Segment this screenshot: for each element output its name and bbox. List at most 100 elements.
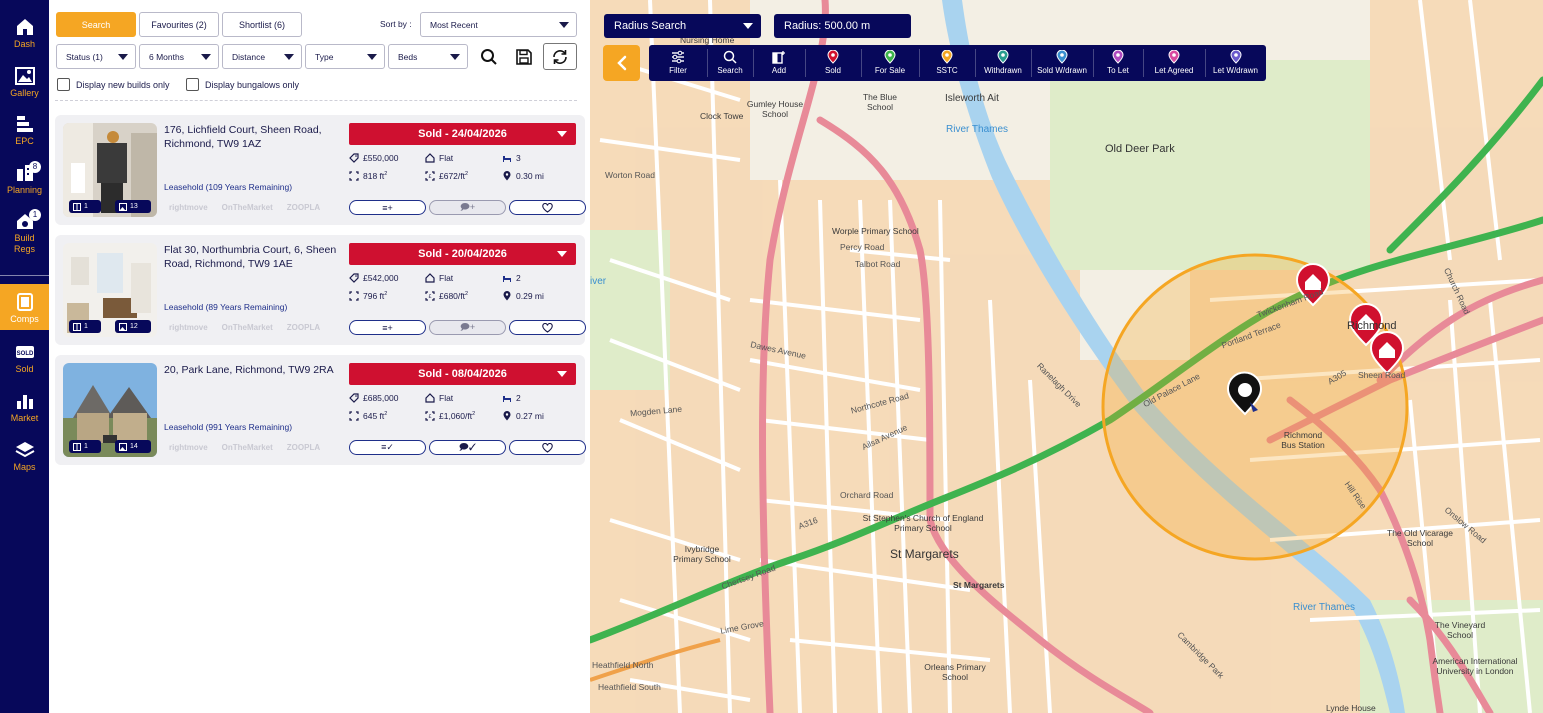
map-view[interactable]: Nursing Home Isleworth Ait The Blue Scho…	[590, 0, 1543, 713]
property-photo[interactable]: 1 12	[63, 243, 157, 337]
tool-to-let[interactable]: To Let	[1093, 45, 1143, 81]
bungalows-checkbox[interactable]: Display bungalows only	[186, 78, 299, 91]
add-notes-button[interactable]: ≡+	[349, 200, 426, 215]
zoopla-link[interactable]: ZOOPLA	[287, 203, 320, 212]
listing-address[interactable]: 20, Park Lane, Richmond, TW9 2RA	[164, 363, 344, 377]
listing-price: £550,000	[349, 153, 398, 163]
superscript: 2	[384, 411, 388, 418]
status-filter[interactable]: Status (1)	[56, 44, 136, 69]
tool-let-withdrawn[interactable]: Let W/drawn	[1205, 45, 1266, 81]
favourite-button[interactable]	[509, 200, 586, 215]
water-label: River Thames	[1293, 602, 1356, 613]
add-icon	[772, 51, 785, 64]
status-dropdown[interactable]: Sold - 24/04/2026	[349, 123, 576, 145]
type-filter[interactable]: Type	[305, 44, 385, 69]
tab-shortlist[interactable]: Shortlist (6)	[222, 12, 302, 37]
type-value: Flat	[439, 153, 454, 163]
sidebar-item-maps[interactable]: Maps	[0, 440, 49, 476]
onthemarket-link[interactable]: OnTheMarket	[222, 443, 273, 452]
svg-text:£: £	[429, 294, 432, 300]
sidebar-item-gallery[interactable]: Gallery	[0, 66, 49, 102]
tool-let-agreed[interactable]: Let Agreed	[1143, 45, 1205, 81]
price-tag-icon	[349, 273, 359, 283]
tool-sold[interactable]: Sold	[805, 45, 861, 81]
listing-area: 645 ft2	[349, 411, 387, 421]
price-tag-icon	[349, 153, 359, 163]
add-notes-button[interactable]: ≡+	[349, 320, 426, 335]
checkbox-box[interactable]	[186, 78, 199, 91]
search-button[interactable]	[474, 44, 504, 69]
rightmove-link[interactable]: rightmove	[169, 323, 208, 332]
tool-label: Withdrawn	[984, 66, 1022, 75]
zoopla-link[interactable]: ZOOPLA	[287, 323, 320, 332]
add-comment-button[interactable]: 🗩+	[429, 200, 506, 215]
tool-filter[interactable]: Filter	[649, 45, 707, 81]
map-label: Isleworth Ait	[945, 93, 999, 104]
tool-sstc[interactable]: SSTC	[919, 45, 975, 81]
tab-favourites[interactable]: Favourites (2)	[139, 12, 219, 37]
photo-count: 13	[115, 200, 151, 213]
property-photo[interactable]: 1 13	[63, 123, 157, 217]
sidebar-item-epc[interactable]: EPC	[0, 114, 49, 150]
sidebar-item-sold[interactable]: SOLD Sold	[0, 342, 49, 378]
sidebar-item-comps[interactable]: Comps	[0, 284, 49, 330]
tool-withdrawn[interactable]: Withdrawn	[975, 45, 1031, 81]
tool-add[interactable]: Add	[753, 45, 805, 81]
map-label: Ivybridge Primary School	[673, 544, 731, 564]
tool-sold-withdrawn[interactable]: Sold W/drawn	[1031, 45, 1093, 81]
favourite-button[interactable]	[509, 320, 586, 335]
location-pin-icon	[503, 411, 511, 421]
notes-button[interactable]: ≡✓	[349, 440, 426, 455]
zoopla-link[interactable]: ZOOPLA	[287, 443, 320, 452]
comment-button[interactable]: 🗩✓	[429, 440, 506, 455]
tool-label: Let Agreed	[1154, 66, 1194, 75]
house-outline-icon	[425, 273, 435, 283]
save-button[interactable]	[509, 44, 539, 69]
checkbox-box[interactable]	[57, 78, 70, 91]
listing-card[interactable]: 1 13 176, Lichfield Court, Sheen Road, R…	[55, 115, 586, 225]
map-canvas[interactable]	[590, 0, 1543, 713]
chevron-down-icon	[557, 251, 567, 257]
sidebar: Dash Gallery EPC 8 Planning 1 Build Regs…	[0, 0, 49, 713]
search-mode-value: Radius Search	[614, 20, 687, 32]
beds-filter[interactable]: Beds	[388, 44, 468, 69]
tool-search[interactable]: Search	[707, 45, 753, 81]
listing-price: £685,000	[349, 393, 398, 403]
search-mode-dropdown[interactable]: Radius Search	[604, 14, 761, 38]
status-dropdown[interactable]: Sold - 20/04/2026	[349, 243, 576, 265]
price-value: £685,000	[363, 393, 399, 403]
distance-filter[interactable]: Distance	[222, 44, 302, 69]
rightmove-link[interactable]: rightmove	[169, 203, 208, 212]
area-icon	[349, 411, 359, 421]
sort-select[interactable]: Most Recent	[420, 12, 577, 37]
floorplan-count: 1	[69, 200, 101, 213]
new-builds-checkbox[interactable]: Display new builds only	[57, 78, 170, 91]
rightmove-link[interactable]: rightmove	[169, 443, 208, 452]
onthemarket-link[interactable]: OnTheMarket	[222, 203, 273, 212]
property-photo[interactable]: 1 14	[63, 363, 157, 457]
photo-count: 14	[115, 440, 151, 453]
listing-card[interactable]: 1 14 20, Park Lane, Richmond, TW9 2RA Le…	[55, 355, 586, 465]
tab-search[interactable]: Search	[56, 12, 136, 37]
collapse-panel-button[interactable]	[603, 45, 640, 81]
sidebar-item-market[interactable]: Market	[0, 391, 49, 427]
superscript: 2	[465, 291, 469, 298]
sidebar-item-planning[interactable]: 8 Planning	[0, 161, 49, 199]
tool-for-sale[interactable]: For Sale	[861, 45, 919, 81]
period-filter[interactable]: 6 Months	[139, 44, 219, 69]
radius-display[interactable]: Radius: 500.00 m	[774, 14, 911, 38]
onthemarket-link[interactable]: OnTheMarket	[222, 323, 273, 332]
listing-card[interactable]: 1 12 Flat 30, Northumbria Court, 6, Shee…	[55, 235, 586, 345]
listing-address[interactable]: 176, Lichfield Court, Sheen Road, Richmo…	[164, 123, 344, 151]
sidebar-item-dash[interactable]: Dash	[0, 17, 49, 53]
listing-address[interactable]: Flat 30, Northumbria Court, 6, Sheen Roa…	[164, 243, 344, 271]
place-label: Old Deer Park	[1105, 143, 1175, 155]
sidebar-item-build-regs[interactable]: 1 Build Regs	[0, 209, 49, 261]
refresh-button[interactable]	[543, 43, 577, 70]
type-filter-value: Type	[315, 51, 334, 62]
status-label: Sold - 24/04/2026	[418, 128, 507, 140]
add-comment-button[interactable]: 🗩+	[429, 320, 506, 335]
status-dropdown[interactable]: Sold - 08/04/2026	[349, 363, 576, 385]
listing-area: 818 ft2	[349, 171, 387, 181]
favourite-button[interactable]	[509, 440, 586, 455]
